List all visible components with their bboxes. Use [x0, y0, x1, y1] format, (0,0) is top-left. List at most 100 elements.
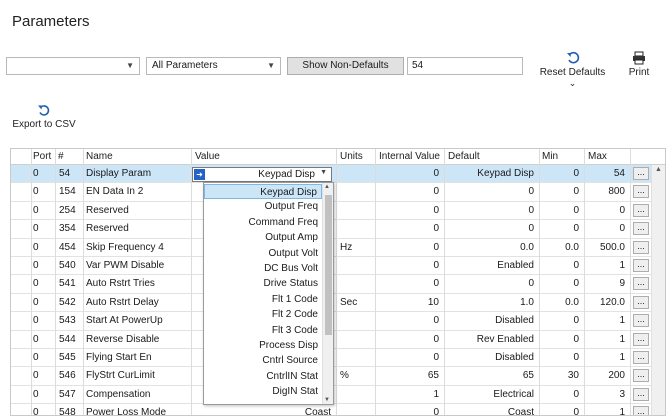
cell-default: Rev Enabled — [476, 333, 534, 345]
chevron-down-icon[interactable]: ▼ — [324, 397, 330, 403]
row-edit-button[interactable]: ... — [633, 406, 649, 415]
cell-number: 254 — [59, 204, 76, 216]
cell-units: % — [340, 370, 349, 382]
cell-min: 0 — [573, 168, 579, 179]
row-edit-button[interactable]: ... — [633, 295, 649, 309]
dropdown-option[interactable]: Keypad Disp — [204, 184, 322, 200]
cell-max: 1 — [619, 407, 625, 416]
table-scrollbar[interactable]: ▲ — [651, 165, 665, 415]
row-edit-button[interactable]: ... — [633, 351, 649, 364]
chevron-down-icon[interactable]: ▼ — [320, 169, 327, 176]
dropdown-option[interactable]: DC Bus Volt — [204, 261, 322, 276]
undo-icon — [38, 105, 50, 116]
cell-port: 0 — [33, 186, 39, 198]
cell-number: 54 — [59, 168, 71, 179]
cell-min: 0.0 — [565, 296, 579, 308]
row-edit-button[interactable]: ... — [633, 167, 649, 180]
cell-port: 0 — [33, 204, 39, 216]
row-edit-button[interactable]: ... — [633, 259, 649, 272]
column-header-number[interactable]: # — [58, 151, 64, 162]
dropdown-option[interactable]: Process Disp — [204, 338, 322, 353]
dropdown-scrollbar[interactable]: ▲ ▼ — [322, 183, 333, 404]
value-editor-combo[interactable]: ➜ Keypad Disp ▼ — [192, 167, 332, 182]
column-header-max[interactable]: Max — [588, 151, 607, 162]
cell-number: 454 — [59, 241, 76, 253]
row-edit-button[interactable]: ... — [633, 387, 649, 401]
cell-min: 0 — [573, 278, 579, 290]
cell-name: FlyStrt CurLimit — [86, 370, 155, 382]
cell-max: 1 — [619, 333, 625, 345]
cell-default: 0 — [528, 278, 534, 290]
cell-number: 154 — [59, 186, 76, 198]
dropdown-option[interactable]: CntrlIN Stat — [204, 369, 322, 384]
cell-port: 0 — [33, 241, 39, 253]
filter-combo[interactable]: All Parameters ▼ — [146, 57, 281, 75]
column-header-units[interactable]: Units — [340, 151, 363, 162]
cell-max: 1 — [619, 260, 625, 271]
cell-port: 0 — [33, 315, 39, 327]
dropdown-option[interactable]: Flt 2 Code — [204, 307, 322, 322]
column-header-value[interactable]: Value — [195, 151, 220, 162]
dropdown-option[interactable]: DigIN Stat — [204, 384, 322, 399]
dropdown-option[interactable]: Flt 3 Code — [204, 323, 322, 338]
column-header-default[interactable]: Default — [448, 151, 480, 162]
column-divider — [630, 149, 631, 415]
cell-name: Auto Rstrt Tries — [86, 278, 155, 290]
cell-default: Enabled — [497, 260, 534, 271]
cell-internal-value: 1 — [433, 388, 439, 400]
cell-port: 0 — [33, 333, 39, 345]
cell-default: Keypad Disp — [477, 168, 534, 179]
row-edit-button[interactable]: ... — [633, 332, 649, 346]
export-csv-button[interactable]: Export to CSV — [12, 103, 76, 130]
column-header-name[interactable]: Name — [86, 151, 113, 162]
dropdown-option[interactable]: Drive Status — [204, 276, 322, 291]
chevron-down-icon: ▼ — [126, 61, 134, 70]
cell-default: 0.0 — [520, 241, 534, 253]
cell-max: 0 — [619, 223, 625, 235]
row-edit-button[interactable]: ... — [633, 222, 649, 236]
column-header-port[interactable]: Port — [33, 151, 51, 162]
chevron-up-icon[interactable]: ▲ — [324, 184, 330, 190]
cell-max: 1 — [619, 352, 625, 363]
dropdown-option[interactable]: Flt 1 Code — [204, 292, 322, 307]
row-edit-button[interactable]: ... — [633, 314, 649, 328]
parameters-table: Port # Name Value Units Internal Value D… — [10, 148, 666, 416]
scrollbar-thumb[interactable] — [325, 195, 332, 335]
row-edit-button[interactable]: ... — [633, 203, 649, 217]
dropdown-option[interactable]: Output Volt — [204, 246, 322, 261]
search-input[interactable]: 54 — [407, 57, 523, 75]
chevron-down-icon: ▼ — [267, 61, 275, 70]
cell-number: 547 — [59, 388, 76, 400]
chevron-up-icon[interactable]: ▲ — [655, 166, 662, 173]
port-combo[interactable]: ▼ — [6, 57, 140, 75]
dropdown-option[interactable]: Command Freq — [204, 215, 322, 230]
table-row[interactable]: 0 548 Power Loss Mode Coast 0 Coast 0 1... — [11, 404, 651, 416]
dropdown-option[interactable]: Output Amp — [204, 230, 322, 245]
row-edit-button[interactable]: ... — [633, 369, 649, 383]
cell-max: 500.0 — [599, 241, 625, 253]
cell-max: 200 — [608, 370, 625, 382]
show-non-defaults-button[interactable]: Show Non-Defaults — [287, 57, 404, 75]
cell-name: Auto Rstrt Delay — [86, 296, 159, 308]
reset-defaults-label: Reset Defaults — [539, 67, 606, 78]
cell-number: 548 — [59, 407, 76, 416]
cell-min: 0 — [573, 333, 579, 345]
dropdown-option[interactable]: Output Freq — [204, 199, 322, 214]
cell-units: Sec — [340, 296, 358, 308]
cell-default: 1.0 — [520, 296, 534, 308]
column-header-min[interactable]: Min — [542, 151, 558, 162]
print-button[interactable]: Print — [624, 51, 654, 78]
row-edit-button[interactable]: ... — [633, 240, 649, 254]
cell-min: 0 — [573, 388, 579, 400]
row-edit-button[interactable]: ... — [633, 185, 649, 199]
cell-internal-value: 0 — [433, 223, 439, 235]
cell-min: 0 — [573, 186, 579, 198]
row-edit-button[interactable]: ... — [633, 277, 649, 291]
dropdown-option[interactable]: Cntrl Source — [204, 353, 322, 368]
value-dropdown-list: Keypad Disp Output Freq Command Freq Output… — [203, 182, 334, 405]
reset-defaults-button[interactable]: Reset Defaults ⌄ — [535, 51, 610, 89]
column-header-internal-value[interactable]: Internal Value — [379, 151, 440, 162]
cell-port: 0 — [33, 370, 39, 382]
cell-value: Coast — [304, 407, 331, 416]
cell-number: 542 — [59, 296, 76, 308]
